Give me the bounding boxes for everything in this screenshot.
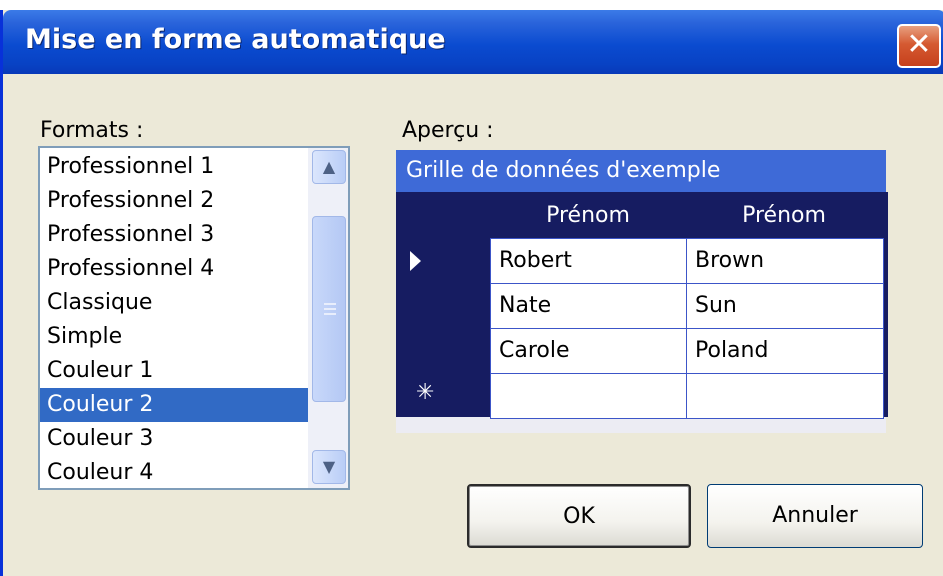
close-icon: ✕ (906, 27, 932, 62)
chevron-down-icon: ▼ (322, 457, 336, 476)
current-row-arrow-icon (410, 251, 421, 271)
grid-cell: Nate (490, 283, 687, 329)
list-item[interactable]: Couleur 4 (40, 456, 308, 488)
column-header: Prénom (742, 203, 826, 228)
window-title: Mise en forme automatique (25, 24, 446, 55)
vertical-scrollbar[interactable]: ▲ ▼ (308, 148, 348, 488)
grip-line (324, 313, 336, 315)
list-item[interactable]: Professionnel 2 (40, 184, 308, 218)
list-item[interactable]: Couleur 1 (40, 354, 308, 388)
close-button[interactable]: ✕ (897, 24, 941, 68)
datagrid-area: Prénom Prénom Robert Brown Nate Sun Caro… (396, 192, 888, 433)
list-item[interactable]: Professionnel 3 (40, 218, 308, 252)
grid-cell: Poland (686, 328, 884, 374)
formats-listbox[interactable]: Professionnel 1 Professionnel 2 Professi… (38, 146, 350, 490)
chevron-up-icon: ▲ (322, 157, 336, 176)
new-row-asterisk-icon: ✳ (416, 380, 435, 405)
scroll-up-button[interactable]: ▲ (312, 150, 346, 184)
grid-cell: Robert (490, 238, 687, 284)
title-bar[interactable]: Mise en forme automatique ✕ (3, 10, 943, 74)
grid-cell-empty (686, 373, 884, 419)
formats-label: Formats : (40, 118, 144, 143)
list-item[interactable]: Classique (40, 286, 308, 320)
list-item-selected[interactable]: Couleur 2 (40, 388, 308, 422)
grid-cell: Brown (686, 238, 884, 284)
datagrid: Prénom Prénom Robert Brown Nate Sun Caro… (396, 192, 888, 419)
column-header: Prénom (546, 203, 630, 228)
grid-cell: Sun (686, 283, 884, 329)
grip-line (324, 308, 336, 310)
list-item[interactable]: Professionnel 4 (40, 252, 308, 286)
scrollbar-thumb[interactable] (312, 216, 346, 402)
list-item[interactable]: Simple (40, 320, 308, 354)
grid-caption: Grille de données d'exemple (396, 150, 886, 192)
preview-panel: Grille de données d'exemple Prénom Préno… (396, 150, 888, 433)
scroll-down-button[interactable]: ▼ (312, 450, 346, 484)
list-item[interactable]: Couleur 3 (40, 422, 308, 456)
preview-label: Aperçu : (402, 118, 494, 143)
cancel-button[interactable]: Annuler (707, 484, 923, 548)
grid-cell-empty (490, 373, 687, 419)
list-item[interactable]: Professionnel 1 (40, 150, 308, 184)
grip-line (324, 303, 336, 305)
ok-button[interactable]: OK (467, 484, 691, 548)
grid-cell: Carole (490, 328, 687, 374)
